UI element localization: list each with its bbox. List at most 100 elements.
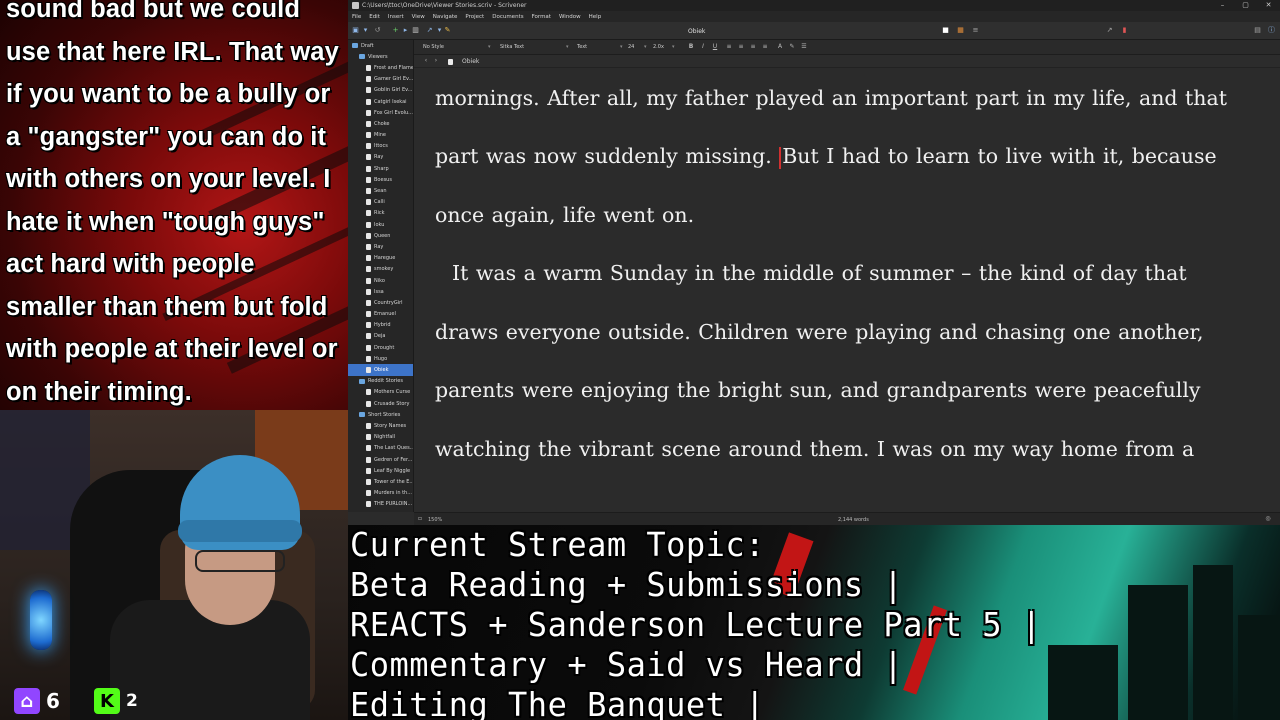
- binder-toggle-icon[interactable]: ▣: [352, 27, 359, 34]
- binder-folder[interactable]: Short Stories: [348, 409, 413, 420]
- zoom-icon[interactable]: ▫: [416, 515, 424, 523]
- binder-document[interactable]: Boesus: [348, 174, 413, 185]
- binder-document[interactable]: Ioku: [348, 219, 413, 230]
- binder-document[interactable]: Haregue: [348, 253, 413, 264]
- chevron-down-icon[interactable]: ▾: [566, 44, 569, 50]
- binder-document[interactable]: Hugo: [348, 353, 413, 364]
- binder-document[interactable]: Ittocs: [348, 141, 413, 152]
- binder-document[interactable]: Choke: [348, 118, 413, 129]
- binder-document[interactable]: Mine: [348, 130, 413, 141]
- close-button[interactable]: ✕: [1257, 0, 1280, 11]
- binder-document[interactable]: Deja: [348, 331, 413, 342]
- text-color-icon[interactable]: A: [776, 43, 784, 51]
- zoom-level[interactable]: 150%: [428, 517, 442, 523]
- chevron-down-icon[interactable]: ▾: [488, 44, 491, 50]
- font-family-select[interactable]: Sitka Text: [500, 44, 524, 50]
- minimize-button[interactable]: –: [1211, 0, 1234, 11]
- underline-button[interactable]: U: [711, 43, 719, 51]
- info-icon[interactable]: ⓘ: [1268, 27, 1275, 34]
- binder-document[interactable]: The Last Ques...: [348, 443, 413, 454]
- binder-document[interactable]: Nightfall: [348, 432, 413, 443]
- binder-document[interactable]: Niko: [348, 275, 413, 286]
- edit-icon[interactable]: ✎: [444, 27, 451, 34]
- binder-document[interactable]: Queen: [348, 230, 413, 241]
- menu-navigate[interactable]: Navigate: [433, 14, 458, 20]
- binder-document[interactable]: Leaf By Niggle: [348, 465, 413, 476]
- binder-document[interactable]: Tower of the E...: [348, 476, 413, 487]
- binder-document[interactable]: Crusade Story: [348, 398, 413, 409]
- menu-documents[interactable]: Documents: [492, 14, 523, 20]
- italic-button[interactable]: I: [699, 43, 707, 51]
- binder-document[interactable]: Gamer Girl Ev...: [348, 74, 413, 85]
- binder-document[interactable]: Murders in th...: [348, 488, 413, 499]
- binder-document[interactable]: CountryGirl: [348, 297, 413, 308]
- binder-document[interactable]: Mothers Curse: [348, 387, 413, 398]
- binder-document[interactable]: Story Names: [348, 420, 413, 431]
- menu-edit[interactable]: Edit: [369, 14, 380, 20]
- target-icon[interactable]: ◎: [1264, 515, 1272, 523]
- forward-arrow-icon[interactable]: ›: [432, 57, 440, 65]
- binder-folder[interactable]: Draft: [348, 40, 413, 51]
- align-left-icon[interactable]: ≡: [725, 43, 733, 51]
- outliner-icon[interactable]: ≡: [972, 27, 979, 34]
- editor-text[interactable]: the day after day, even years ago. My mo…: [435, 68, 1245, 478]
- paragraph-style-select[interactable]: No Style: [423, 44, 444, 50]
- binder-document[interactable]: Ray: [348, 152, 413, 163]
- menu-help[interactable]: Help: [589, 14, 602, 20]
- binder-document[interactable]: Rick: [348, 208, 413, 219]
- font-face-select[interactable]: Text: [577, 44, 587, 50]
- chevron-down-icon[interactable]: ▾: [620, 44, 623, 50]
- menu-insert[interactable]: Insert: [388, 14, 404, 20]
- binder-document[interactable]: Fox Girl Evolu...: [348, 107, 413, 118]
- editor-pane[interactable]: the day after day, even years ago. My mo…: [414, 68, 1280, 512]
- binder-document[interactable]: Frost and Flame: [348, 62, 413, 73]
- list-icon[interactable]: ☰: [800, 43, 808, 51]
- dropdown-icon[interactable]: ▾: [362, 27, 369, 34]
- highlight-icon[interactable]: ✎: [788, 43, 796, 51]
- trash-icon[interactable]: ▥: [412, 27, 419, 34]
- document-icon: [366, 422, 371, 429]
- view-document-icon[interactable]: ■: [942, 27, 949, 34]
- binder-document[interactable]: Sharp: [348, 163, 413, 174]
- binder-document[interactable]: Sean: [348, 185, 413, 196]
- binder-document[interactable]: Hybrid: [348, 320, 413, 331]
- menu-project[interactable]: Project: [465, 14, 484, 20]
- add-icon[interactable]: +: [392, 27, 399, 34]
- binder-folder[interactable]: Viewers: [348, 51, 413, 62]
- align-center-icon[interactable]: ≡: [737, 43, 745, 51]
- font-size-select[interactable]: 24: [628, 44, 634, 50]
- binder-document[interactable]: Gedren of Fer...: [348, 454, 413, 465]
- back-arrow-icon[interactable]: ‹: [422, 57, 430, 65]
- binder-document[interactable]: Obiek: [348, 364, 413, 376]
- menu-view[interactable]: View: [412, 14, 425, 20]
- menu-format[interactable]: Format: [532, 14, 551, 20]
- binder-document[interactable]: Goblin Girl Ev...: [348, 85, 413, 96]
- binder-folder[interactable]: Reddit Stories: [348, 376, 413, 387]
- justify-icon[interactable]: ≡: [761, 43, 769, 51]
- folder-icon[interactable]: ▸: [402, 27, 409, 34]
- corkboard-icon[interactable]: ▦: [957, 27, 964, 34]
- binder-document[interactable]: Issa: [348, 286, 413, 297]
- binder-document[interactable]: smokey: [348, 264, 413, 275]
- binder-document[interactable]: Emanuel: [348, 309, 413, 320]
- inspector-icon[interactable]: ▤: [1254, 27, 1261, 34]
- editor-document-header[interactable]: Obiek: [448, 58, 479, 65]
- line-spacing-select[interactable]: 2.0x: [653, 44, 664, 50]
- bold-button[interactable]: B: [687, 43, 695, 51]
- align-right-icon[interactable]: ≡: [749, 43, 757, 51]
- history-icon[interactable]: ↺: [374, 27, 381, 34]
- link-icon[interactable]: ↗: [426, 27, 433, 34]
- compile-icon[interactable]: ▾: [436, 27, 443, 34]
- menu-file[interactable]: File: [352, 14, 361, 20]
- menu-window[interactable]: Window: [559, 14, 581, 20]
- chevron-down-icon[interactable]: ▾: [672, 44, 675, 50]
- chevron-down-icon[interactable]: ▾: [644, 44, 647, 50]
- binder-document[interactable]: Catgirl Isekai: [348, 96, 413, 107]
- binder-document[interactable]: THE PURLOIN...: [348, 499, 413, 510]
- bookmark-icon[interactable]: ▮: [1121, 27, 1128, 34]
- binder-document[interactable]: Ray: [348, 241, 413, 252]
- maximize-button[interactable]: ▢: [1234, 0, 1257, 11]
- binder-document[interactable]: Calli: [348, 197, 413, 208]
- share-icon[interactable]: ↗: [1106, 27, 1113, 34]
- binder-document[interactable]: Drought: [348, 342, 413, 353]
